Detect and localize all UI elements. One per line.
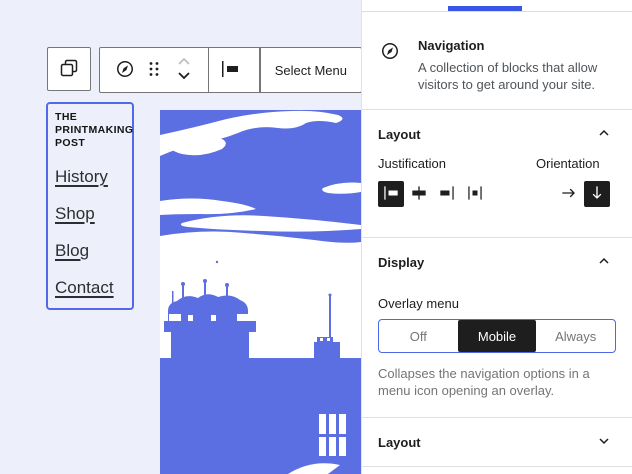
collapse-section-button[interactable]	[592, 122, 616, 146]
active-tab-indicator[interactable]	[448, 6, 522, 11]
chevron-up-icon	[175, 55, 193, 70]
overlay-off-button[interactable]: Off	[379, 320, 458, 352]
overlay-menu-help-text: Collapses the navigation options in a me…	[378, 365, 623, 399]
justification-toolbar-button[interactable]	[209, 48, 250, 92]
justify-left-icon	[218, 57, 242, 84]
orientation-vertical-button[interactable]	[584, 181, 610, 207]
divider	[362, 466, 632, 467]
orientation-horizontal-button[interactable]	[556, 181, 582, 207]
block-movers	[169, 48, 199, 92]
collapsed-layout-section: Layout	[362, 418, 632, 466]
section-title: Layout	[378, 435, 421, 450]
drag-handle-icon	[145, 60, 163, 81]
layout-section-header[interactable]: Layout	[378, 124, 616, 144]
block-toolbar: Select Menu	[47, 47, 361, 93]
settings-sidebar: Navigation A collection of blocks that a…	[361, 0, 632, 474]
cover-illustration	[160, 110, 361, 474]
justify-left-button[interactable]	[378, 181, 404, 207]
justify-left-icon	[381, 183, 401, 206]
nav-link-blog[interactable]: Blog	[55, 241, 132, 261]
move-down-button[interactable]	[175, 70, 193, 85]
section-title: Display	[378, 255, 424, 270]
navigation-block[interactable]: THE PRINTMAKING POST History Shop Blog C…	[46, 102, 134, 310]
justify-center-button[interactable]	[406, 181, 432, 207]
collapse-section-button[interactable]	[592, 250, 616, 274]
overlay-mobile-button[interactable]: Mobile	[458, 320, 537, 352]
section-title: Layout	[378, 127, 421, 142]
chevron-up-icon	[596, 253, 612, 272]
justification-label: Justification	[378, 156, 520, 171]
block-title: Navigation	[418, 38, 623, 54]
drag-handle[interactable]	[140, 48, 170, 92]
justification-control: Justification	[378, 156, 520, 207]
select-menu-button[interactable]: Select Menu	[261, 48, 361, 92]
select-parent-block-button[interactable]	[47, 47, 91, 91]
toolbar-group: Select Menu	[99, 47, 361, 93]
chevron-up-icon	[596, 125, 612, 144]
navigation-compass-icon	[113, 57, 137, 84]
justify-center-icon	[409, 183, 429, 206]
collapsed-layout-section-header[interactable]: Layout	[378, 432, 616, 452]
block-card-text: Navigation A collection of blocks that a…	[418, 38, 623, 93]
overlay-always-button[interactable]: Always	[536, 320, 615, 352]
layout-section: Layout Justification	[362, 110, 632, 237]
wordpress-block-editor: Select Menu THE PRINTMAKING POST History…	[0, 0, 632, 474]
chevron-down-icon	[175, 70, 193, 85]
nav-link-history[interactable]: History	[55, 167, 132, 187]
expand-section-button[interactable]	[592, 430, 616, 454]
site-title: THE PRINTMAKING POST	[55, 111, 132, 150]
justify-space-between-button[interactable]	[462, 181, 488, 207]
sidebar-tab-bar	[362, 0, 632, 12]
chevron-down-icon	[596, 433, 612, 452]
display-section-header[interactable]: Display	[378, 252, 616, 272]
justify-right-button[interactable]	[434, 181, 460, 207]
justify-right-icon	[437, 183, 457, 206]
display-section: Display Overlay menu Off Mobile Always C…	[362, 238, 632, 417]
overlay-menu-control: Off Mobile Always	[378, 319, 616, 353]
block-description: A collection of blocks that allow visito…	[418, 60, 623, 93]
orientation-control: Orientation	[536, 156, 610, 207]
block-card: Navigation A collection of blocks that a…	[362, 12, 632, 109]
arrow-right-icon	[559, 183, 579, 206]
nav-link-shop[interactable]: Shop	[55, 204, 132, 224]
navigation-compass-icon	[378, 38, 402, 93]
navigation-block-type-button[interactable]	[110, 48, 140, 92]
layout-controls: Justification	[378, 156, 616, 207]
orientation-label: Orientation	[536, 156, 610, 171]
move-up-button[interactable]	[175, 55, 193, 70]
editor-canvas: Select Menu THE PRINTMAKING POST History…	[0, 0, 361, 474]
arrow-down-icon	[587, 183, 607, 206]
parent-block-icon	[57, 56, 81, 83]
justify-space-between-icon	[465, 183, 485, 206]
nav-link-contact[interactable]: Contact	[55, 278, 132, 298]
overlay-menu-label: Overlay menu	[378, 296, 616, 311]
